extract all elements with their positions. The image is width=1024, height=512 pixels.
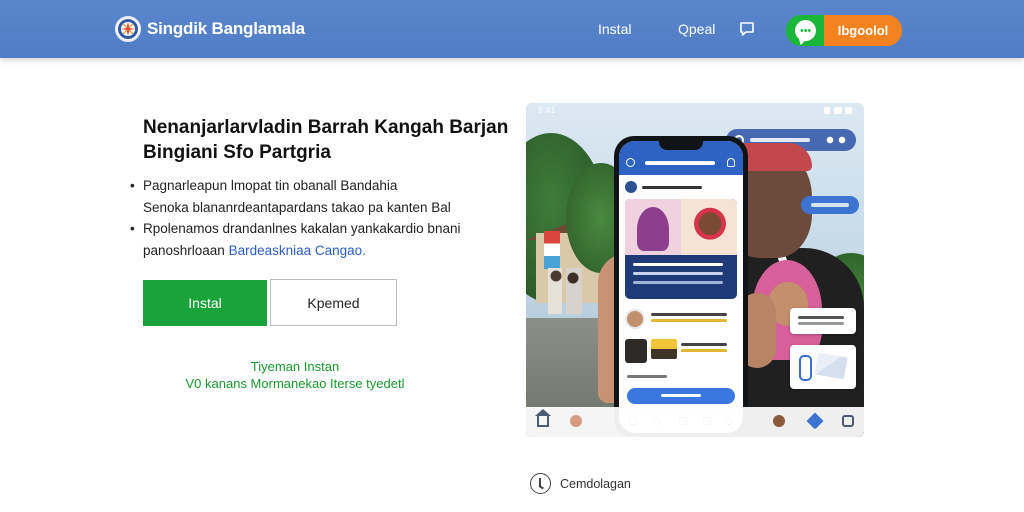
whatsapp-dots — [800, 29, 811, 32]
heart-icon — [806, 412, 824, 430]
image-status-bar: 9:41 — [526, 103, 864, 119]
home-icon — [535, 409, 551, 427]
header-cta-button[interactable]: Ibgoolol — [824, 15, 902, 46]
hero-app-preview-image: 9:41 — [526, 103, 864, 437]
phone-item-text — [651, 313, 727, 316]
phone-action-button — [627, 388, 735, 404]
avatar-icon — [773, 415, 785, 427]
image-chat-bubble — [801, 196, 859, 214]
clock-icon — [530, 473, 551, 494]
status-icons — [824, 107, 852, 114]
nav-link-install[interactable]: Instal — [598, 21, 631, 37]
feature-2-line-2: panoshrloaan Bardeaskniaa Cangao. — [143, 240, 490, 262]
footer-label[interactable]: Cemdolagan — [560, 477, 631, 491]
phone-card-photo — [625, 199, 737, 255]
phone-item-photo — [625, 339, 647, 363]
status-time: 9:41 — [538, 105, 556, 115]
phone-screen — [619, 141, 743, 433]
feature-2-link[interactable]: Bardeaskniaa Cangao. — [229, 243, 366, 258]
logo-emblem — [118, 19, 138, 39]
phone-notch — [659, 141, 703, 150]
whatsapp-button[interactable] — [786, 15, 824, 46]
feature-1-line-1: Pagnarleapun lmopat tin obanall Bandahia — [143, 178, 398, 193]
phone-list-item — [625, 307, 737, 333]
feature-2-prefix: panoshrloaan — [143, 242, 225, 258]
image-floating-card — [790, 308, 856, 334]
feature-2-line-1: Rpolenamos drandanlnes kakalan yankakard… — [143, 221, 461, 236]
install-button[interactable]: Instal — [143, 280, 267, 326]
phone-feature-card — [625, 199, 737, 299]
phone-mockup — [614, 136, 748, 437]
phone-bell-icon — [727, 158, 735, 167]
avatar-icon — [570, 415, 582, 427]
phone-list-item — [625, 337, 737, 363]
phone-item-avatar — [625, 309, 645, 329]
image-floating-card — [790, 345, 856, 389]
pill-text — [750, 138, 810, 142]
image-people — [548, 268, 582, 314]
chat-icon — [842, 415, 854, 427]
hero-title: Nenanjarlarvladin Barrah Kangah Barjan B… — [143, 115, 509, 165]
chat-bubble-icon[interactable] — [739, 21, 755, 37]
phone-item-text — [681, 343, 727, 346]
logo-icon[interactable] — [115, 16, 141, 42]
phone-title — [645, 161, 715, 165]
hero-title-line-1: Nenanjarlarvladin Barrah Kangah Barjan — [143, 117, 509, 138]
brand-name[interactable]: Singdik Banglamala — [147, 19, 305, 39]
phone-profile-text — [642, 186, 702, 189]
phone-back-icon — [626, 158, 635, 167]
phone-profile-row — [625, 181, 737, 195]
install-note-line-1: Tiyeman Instan — [250, 359, 340, 374]
feature-item: Pagnarleapun lmopat tin obanall Bandahia… — [130, 175, 490, 218]
pill-icons — [824, 136, 848, 144]
install-note-line-2: V0 kanans Mormanekao Iterse tyedetl — [185, 376, 405, 391]
feature-item: Rpolenamos drandanlnes kakalan yankakard… — [130, 218, 490, 261]
phone-item-image — [651, 339, 677, 359]
phone-avatar — [625, 181, 637, 193]
image-tab-bar — [526, 407, 864, 437]
feature-list: Pagnarleapun lmopat tin obanall Bandahia… — [130, 175, 490, 261]
phone-card-text — [633, 263, 723, 266]
top-navigation-bar: Singdik Banglamala Instal Qpeal Ibgoolol — [0, 0, 1024, 58]
feature-1-line-2: Senoka blananrdeantapardans takao pa kan… — [143, 199, 451, 215]
secondary-button[interactable]: Kpemed — [270, 279, 397, 326]
phone-caption — [627, 375, 667, 378]
nav-link-qpeal[interactable]: Qpeal — [678, 21, 715, 37]
hero-title-line-2: Bingiani Sfo Partgria — [143, 142, 331, 163]
install-note: Tiyeman Instan V0 kanans Mormanekao Iter… — [160, 358, 430, 392]
image-flag — [544, 231, 560, 269]
